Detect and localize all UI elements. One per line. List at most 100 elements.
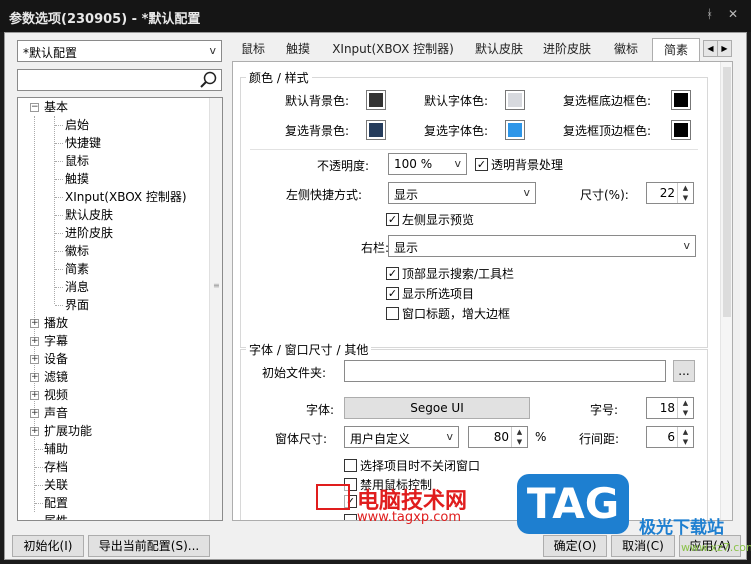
tree-item[interactable]: 字幕 [44,332,68,350]
expand-icon[interactable]: + [30,391,39,400]
color-chip [674,123,688,137]
window-size-select[interactable]: 用户自定义 v [344,426,459,448]
watermark-frame [316,484,350,510]
tree-item[interactable]: 界面 [65,296,89,314]
browse-button[interactable]: ... [673,360,695,382]
check-top-border-swatch[interactable] [671,120,691,140]
line-gap-stepper[interactable]: 6 ▲ ▼ [646,426,694,448]
window-title-border-checkbox[interactable]: 窗口标题，增大边框 [386,305,510,322]
size-stepper[interactable]: 22 ▲ ▼ [646,182,694,204]
check-top-border-label: 复选框顶边框色: [563,124,652,138]
settings-tree[interactable]: − 基本 启始 快捷键 鼠标 触摸 XInput(XBOX 控制器) 默认皮肤 … [17,97,223,521]
tree-item[interactable]: 启始 [65,116,89,134]
right-bar-select[interactable]: 显示 v [388,235,696,257]
profile-value: *默认配置 [23,46,78,60]
dialog-body: *默认配置 v − 基本 启始 快捷键 鼠标 触摸 XInput(XBOX 控制… [4,32,751,560]
check-font-swatch[interactable] [505,120,525,140]
watermark-url: www.tagxp.com [357,510,461,525]
tree-item[interactable]: 属性 [44,512,68,520]
ok-button[interactable]: 确定(O) [543,535,607,557]
tree-item[interactable]: XInput(XBOX 控制器) [65,188,187,206]
close-icon[interactable]: ✕ [728,7,738,21]
tree-item-basic[interactable]: 基本 [44,98,68,116]
tab-mouse[interactable]: 鼠标 [233,38,273,62]
window-size-pct-value: 80 [493,430,509,444]
tree-item[interactable]: 消息 [65,278,89,296]
window-size-label: 窗体尺寸: [275,432,328,446]
scroll-thumb[interactable] [723,67,731,317]
tree-item[interactable]: 声音 [44,404,68,422]
font-size-stepper[interactable]: 18 ▲ ▼ [646,397,694,419]
left-shortcut-select[interactable]: 显示 v [388,182,536,204]
tree-item[interactable]: 徽标 [65,242,89,260]
left-preview-label: 左侧显示预览 [402,213,475,227]
opacity-value: 100 % [394,157,433,171]
tree-item[interactable]: 进阶皮肤 [65,224,113,242]
tab-xinput[interactable]: XInput(XBOX 控制器) [323,38,463,62]
tree-item[interactable]: 播放 [44,314,68,332]
tab-simple[interactable]: 简素 [652,38,700,62]
expand-icon[interactable]: + [30,337,39,346]
check-bottom-border-swatch[interactable] [671,90,691,110]
panel-scrollbar[interactable] [720,62,732,520]
chevron-down-icon: v [446,430,453,443]
tab-prev-icon[interactable]: ◀ [703,40,718,57]
expand-icon[interactable]: + [30,373,39,382]
search-icon[interactable] [199,70,219,90]
check-bottom-border-label: 复选框底边框色: [563,94,652,108]
tree-item[interactable]: 滤镜 [44,368,68,386]
keep-window-open-checkbox[interactable]: 选择项目时不关闭窗口 [344,457,480,474]
left-shortcut-value: 显示 [394,188,419,202]
expand-icon[interactable]: + [30,355,39,364]
tree-item[interactable]: 辅助 [44,440,68,458]
tree-item[interactable]: 存档 [44,458,68,476]
transparent-bg-checkbox[interactable]: ✓ 透明背景处理 [475,156,563,173]
tab-logo[interactable]: 徽标 [603,38,649,62]
expand-icon[interactable]: + [30,319,39,328]
left-preview-checkbox[interactable]: ✓ 左侧显示预览 [386,211,474,228]
tab-next-icon[interactable]: ▶ [717,40,732,57]
export-config-button[interactable]: 导出当前配置(S)... [88,535,210,557]
expand-icon[interactable]: + [30,409,39,418]
checkmark-icon: ✓ [386,213,399,226]
opacity-select[interactable]: 100 % v [388,153,467,175]
settings-panel: 颜色 / 样式 默认背景色: 默认字体色: 复选框底边框色: 复选背景色: 复选… [232,61,733,521]
color-chip [674,93,688,107]
tree-scrollbar[interactable]: ≡ [209,98,222,520]
window-title: 参数选项(230905) - *默认配置 [9,12,201,27]
tree-item[interactable]: 关联 [44,476,68,494]
show-selected-checkbox[interactable]: ✓ 显示所选项目 [386,285,474,302]
tree-item[interactable]: 配置 [44,494,68,512]
default-bg-swatch[interactable] [366,90,386,110]
percent-sign: % [535,430,547,444]
tree-item[interactable]: 鼠标 [65,152,89,170]
init-folder-input[interactable] [344,360,666,382]
tree-item[interactable]: 快捷键 [65,134,101,152]
option-label: 选择项目时不关闭窗口 [360,459,481,473]
tree-item[interactable]: 简素 [65,260,89,278]
default-font-swatch[interactable] [505,90,525,110]
profile-select[interactable]: *默认配置 v [17,40,222,62]
expand-icon[interactable]: + [30,427,39,436]
tree-item[interactable]: 视频 [44,386,68,404]
tree-item[interactable]: 设备 [44,350,68,368]
tree-item[interactable]: 默认皮肤 [65,206,113,224]
cancel-button[interactable]: 取消(C) [611,535,675,557]
font-button[interactable]: Segoe UI [344,397,530,419]
updown-icon[interactable]: ▲ ▼ [677,398,693,418]
tree-item[interactable]: 触摸 [65,170,89,188]
search-input[interactable] [17,69,222,91]
pin-icon[interactable]: ᚼ [706,7,713,21]
init-button[interactable]: 初始化(I) [12,535,84,557]
tree-item[interactable]: 扩展功能 [44,422,92,440]
updown-icon[interactable]: ▲ ▼ [511,427,527,447]
tab-touch[interactable]: 触摸 [278,38,318,62]
updown-icon[interactable]: ▲ ▼ [677,427,693,447]
top-search-toolbar-checkbox[interactable]: ✓ 顶部显示搜索/工具栏 [386,265,514,282]
updown-icon[interactable]: ▲ ▼ [677,183,693,203]
tab-advanced-skin[interactable]: 进阶皮肤 [535,38,599,62]
tab-default-skin[interactable]: 默认皮肤 [467,38,531,62]
window-size-pct-stepper[interactable]: 80 ▲ ▼ [468,426,528,448]
check-bg-swatch[interactable] [366,120,386,140]
collapse-icon[interactable]: − [30,103,39,112]
